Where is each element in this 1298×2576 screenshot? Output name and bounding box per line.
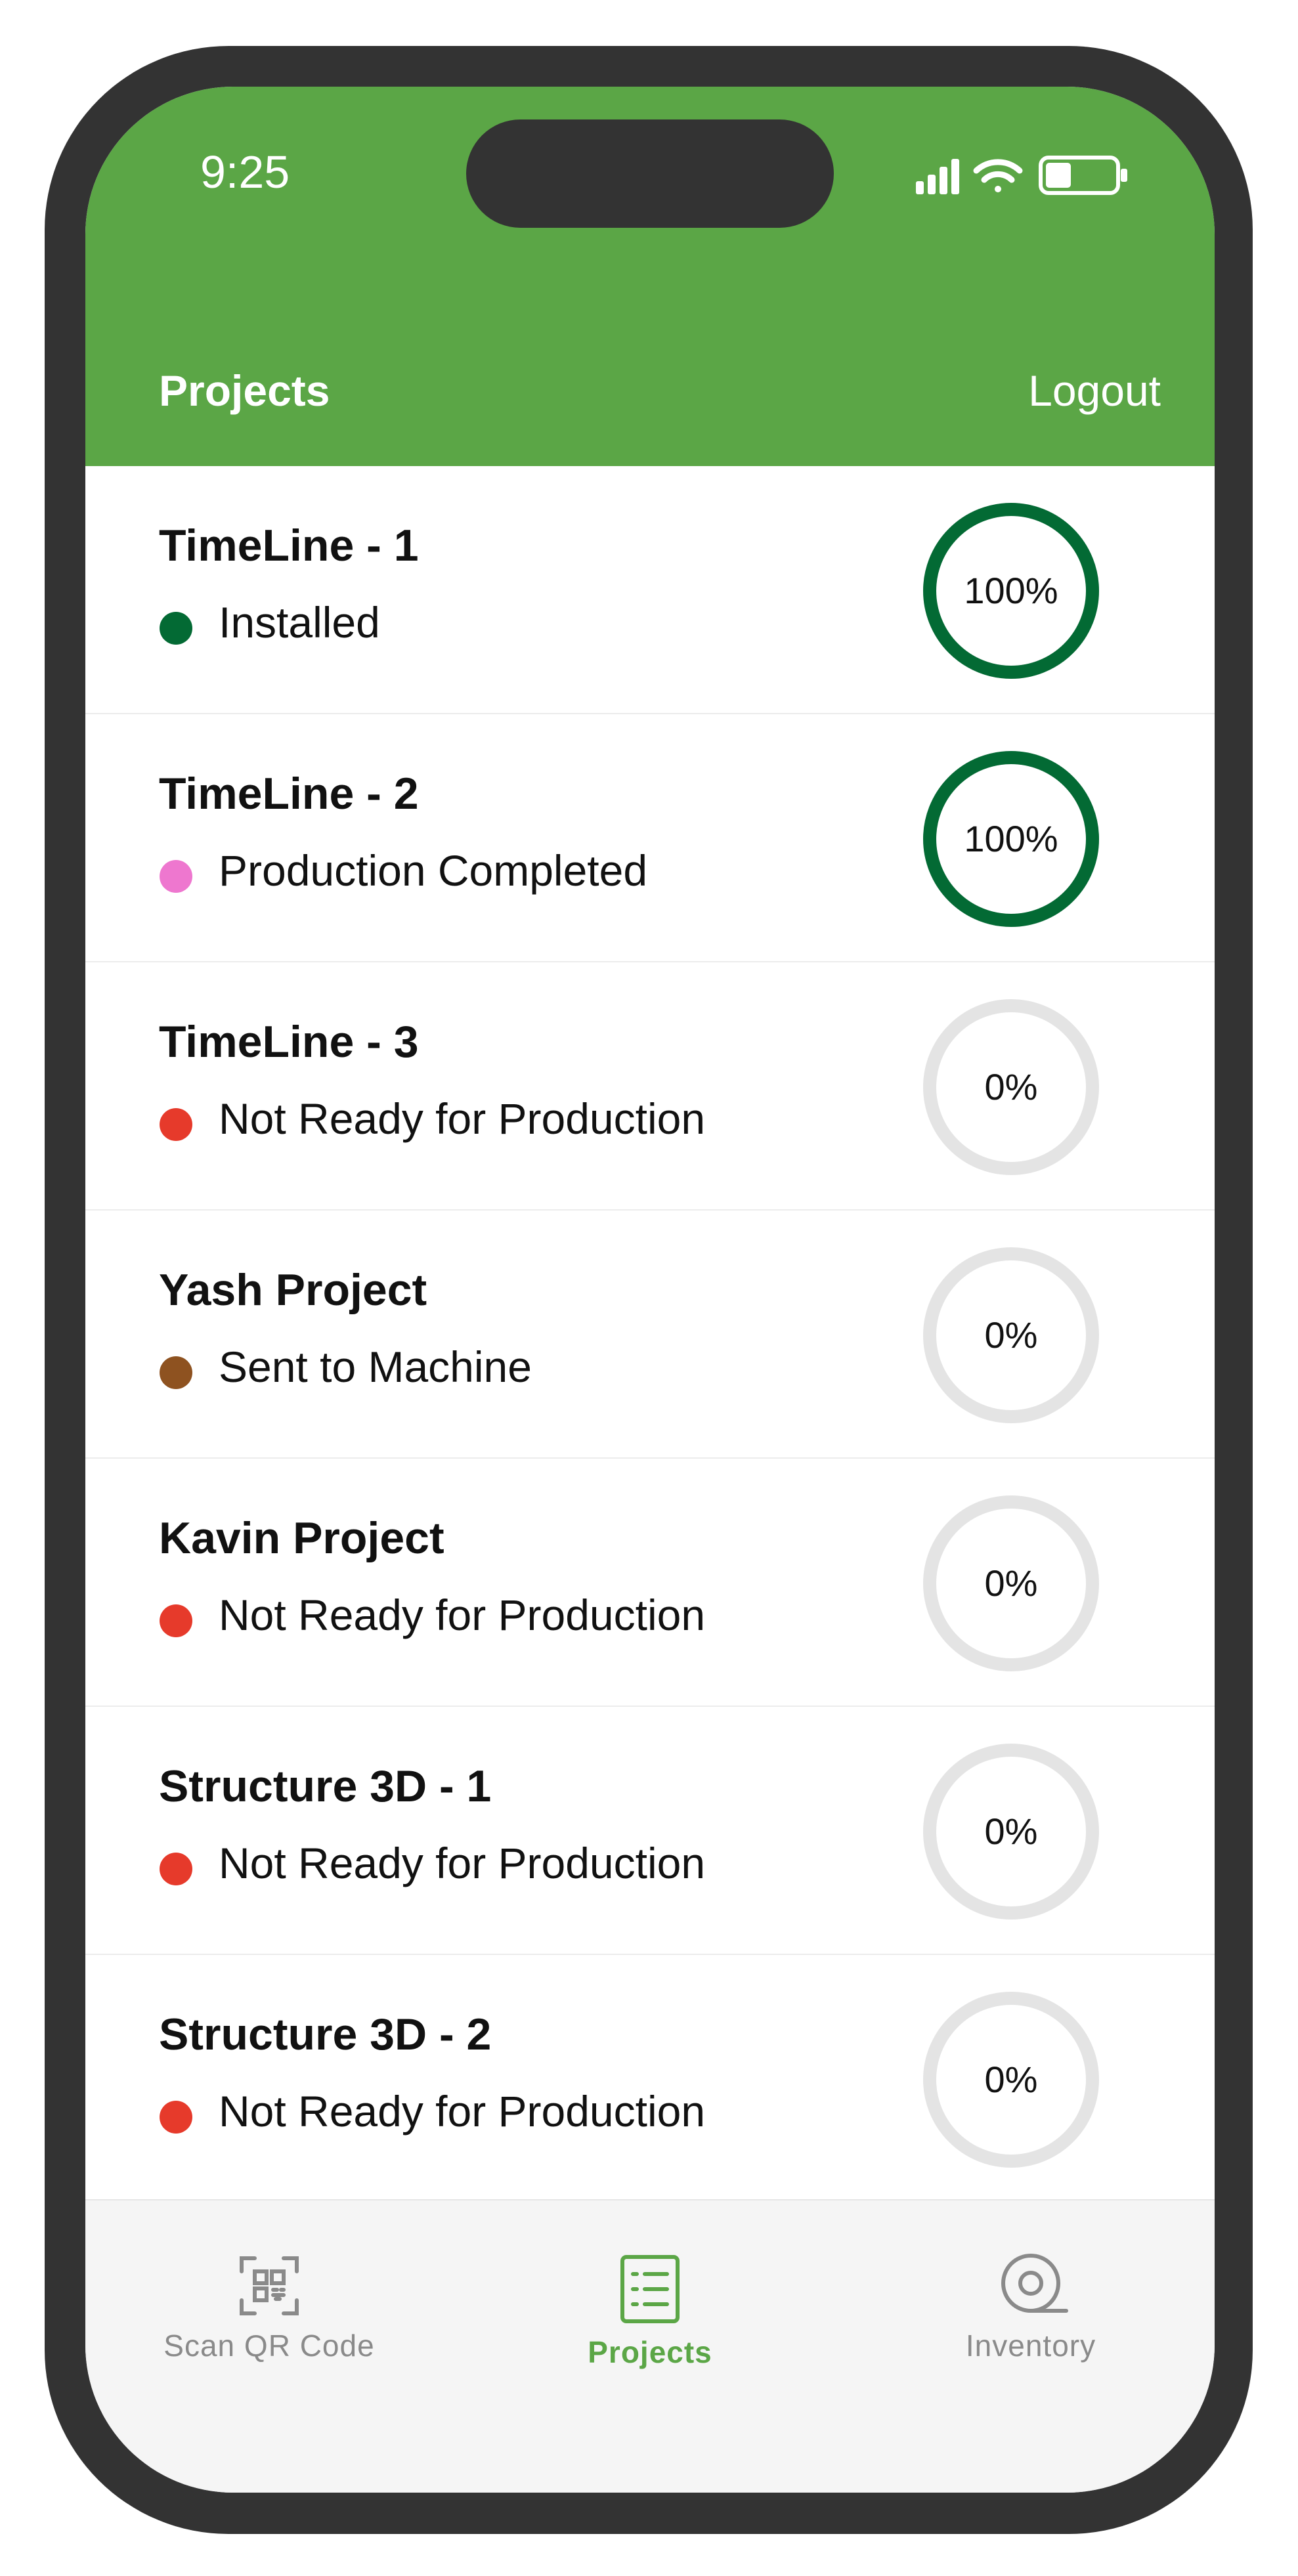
wifi-icon — [973, 159, 1023, 192]
tab-bar: Scan QR Code Projects Inventory — [85, 2199, 1215, 2493]
project-row[interactable]: Structure 3D - 1 Not Ready for Production… — [85, 1707, 1215, 1955]
status-dot — [160, 1853, 192, 1885]
tab-projects[interactable]: Projects — [519, 2253, 781, 2397]
project-row[interactable]: TimeLine - 3 Not Ready for Production 0% — [85, 962, 1215, 1211]
project-row[interactable]: TimeLine - 1 Installed 100% — [85, 466, 1215, 714]
status-dot — [160, 1108, 192, 1141]
status-dot — [160, 1356, 192, 1389]
progress-label: 0% — [984, 1811, 1038, 1852]
dynamic-island — [466, 119, 834, 228]
project-status: Not Ready for Production — [219, 1591, 706, 1639]
project-status: Sent to Machine — [219, 1342, 532, 1391]
logout-button[interactable]: Logout — [1028, 366, 1161, 416]
status-dot — [160, 2101, 192, 2134]
project-row[interactable]: TimeLine - 2 Production Completed 100% — [85, 714, 1215, 962]
project-row[interactable]: Kavin Project Not Ready for Production 0% — [85, 1459, 1215, 1707]
project-status: Not Ready for Production — [219, 1839, 706, 1887]
project-list: TimeLine - 1 Installed 100% TimeLine - 2 Pro… — [85, 466, 1215, 2203]
tab-label: Scan QR Code — [163, 2329, 375, 2363]
page-title: Projects — [159, 366, 330, 415]
project-status: Not Ready for Production — [219, 1094, 706, 1143]
progress-label: 0% — [984, 1066, 1038, 1107]
tab-label: Projects — [588, 2335, 712, 2369]
project-status: Not Ready for Production — [219, 2087, 706, 2136]
progress-label: 0% — [984, 1562, 1038, 1604]
list-icon — [620, 2255, 680, 2323]
signal-icon — [916, 159, 959, 194]
status-dot — [160, 612, 192, 645]
app-header: 9:25 Projects Logout — [85, 87, 1215, 466]
project-name: Kavin Project — [159, 1513, 444, 1563]
tab-inventory[interactable]: Inventory — [899, 2253, 1162, 2397]
battery-icon — [1039, 156, 1127, 195]
app-screen: 9:25 Projects Logout TimeLine - 1Instal — [85, 87, 1215, 2493]
project-name: TimeLine - 1 — [159, 521, 419, 570]
roll-icon — [1001, 2254, 1068, 2313]
project-row[interactable]: Structure 3D - 2 Not Ready for Production… — [85, 1955, 1215, 2203]
project-name: Structure 3D - 1 — [159, 1761, 492, 1811]
progress-label: 100% — [964, 818, 1058, 859]
project-name: Yash Project — [159, 1265, 427, 1315]
tab-scan-qr-code[interactable]: Scan QR Code — [138, 2253, 400, 2397]
qr-scan-icon — [240, 2256, 299, 2315]
project-status: Installed — [219, 598, 380, 647]
progress-label: 0% — [984, 1314, 1038, 1356]
project-name: Structure 3D - 2 — [159, 2009, 492, 2059]
progress-label: 100% — [964, 570, 1058, 611]
status-dot — [160, 860, 192, 893]
project-name: TimeLine - 2 — [159, 769, 419, 819]
status-dot — [160, 1604, 192, 1637]
status-icons — [916, 156, 1127, 195]
progress-label: 0% — [984, 2059, 1038, 2100]
status-time: 9:25 — [200, 146, 290, 198]
project-name: TimeLine - 3 — [159, 1017, 419, 1067]
project-row[interactable]: Yash Project Sent to Machine 0% — [85, 1211, 1215, 1459]
tab-label: Inventory — [965, 2329, 1096, 2363]
project-status: Production Completed — [219, 846, 648, 895]
